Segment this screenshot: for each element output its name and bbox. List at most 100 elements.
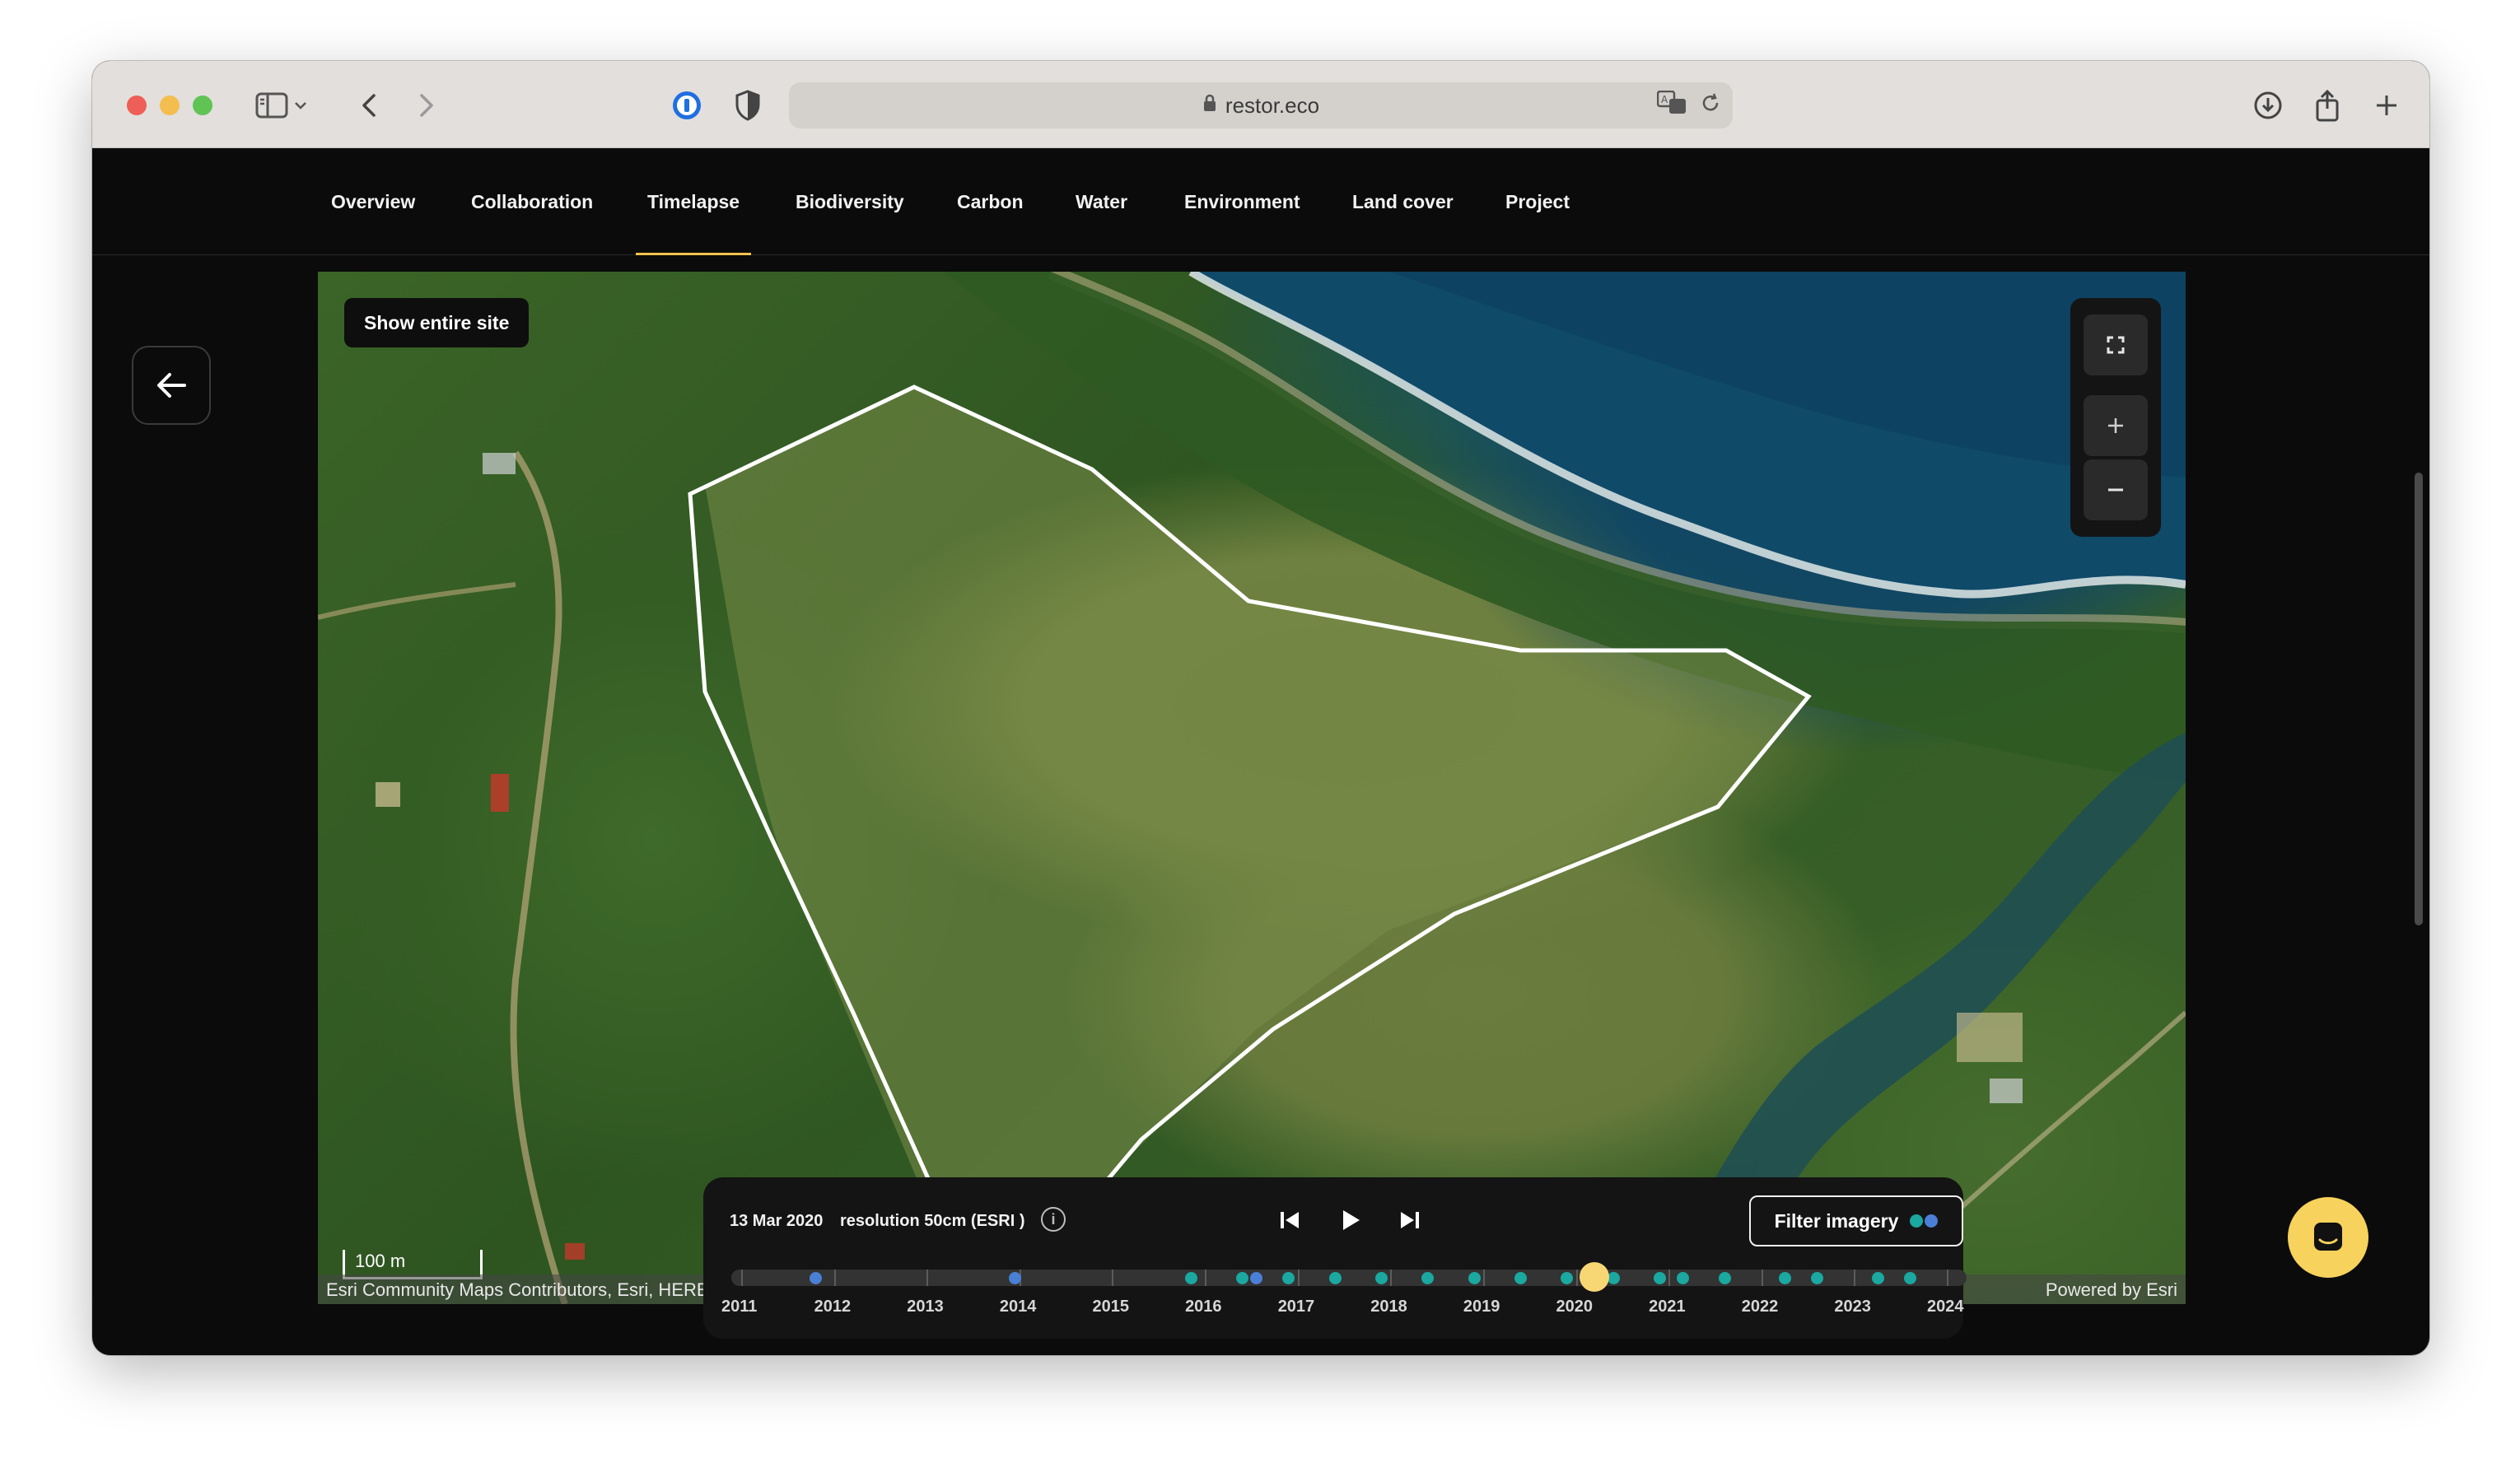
- page-scrollbar[interactable]: [2415, 473, 2423, 925]
- back-button[interactable]: [132, 346, 211, 425]
- privacy-shield-icon[interactable]: [725, 82, 771, 128]
- imagery-date-marker[interactable]: [810, 1272, 823, 1284]
- timeline-year-label: 2024: [1927, 1298, 1964, 1316]
- imagery-date: 13 Mar 2020: [730, 1212, 824, 1230]
- minus-icon: [2108, 488, 2123, 492]
- timeline-year-label: 2012: [814, 1298, 852, 1316]
- password-manager-icon[interactable]: [664, 82, 710, 128]
- timeline-year-label: 2011: [721, 1298, 758, 1316]
- tab-carbon[interactable]: Carbon: [957, 148, 1024, 255]
- timeline-tick: [1854, 1270, 1856, 1286]
- show-entire-site-button[interactable]: Show entire site: [344, 298, 530, 347]
- satellite-map[interactable]: Show entire site 100 m Esri Community Ma…: [318, 272, 2186, 1304]
- timeline-year-label: 2022: [1741, 1298, 1779, 1316]
- plus-icon: [2108, 418, 2123, 433]
- back-nav-icon[interactable]: [346, 82, 392, 128]
- timeline-tick: [1482, 1270, 1485, 1286]
- imagery-date-marker[interactable]: [1514, 1272, 1527, 1284]
- timeline-tick: [833, 1270, 836, 1286]
- timeline-tick: [926, 1270, 929, 1286]
- maximize-window-button[interactable]: [193, 96, 212, 115]
- new-tab-icon[interactable]: [2364, 82, 2410, 128]
- timeline-year-label: 2018: [1370, 1298, 1407, 1316]
- imagery-date-marker[interactable]: [1250, 1272, 1262, 1284]
- imagery-date-marker[interactable]: [1185, 1272, 1198, 1284]
- minimize-window-button[interactable]: [160, 96, 180, 115]
- share-icon[interactable]: [2304, 82, 2350, 128]
- lock-icon: [1202, 93, 1217, 119]
- chat-icon: [2314, 1223, 2342, 1251]
- timeline-year-label: 2020: [1556, 1298, 1594, 1316]
- timeline-cursor-handle[interactable]: [1580, 1262, 1610, 1292]
- url-text: restor.eco: [1225, 92, 1320, 118]
- tab-environment[interactable]: Environment: [1184, 148, 1300, 255]
- arrow-left-icon: [157, 373, 186, 398]
- fullscreen-button[interactable]: [2084, 315, 2148, 375]
- filter-imagery-label: Filter imagery: [1774, 1209, 1899, 1232]
- tab-water[interactable]: Water: [1076, 148, 1127, 255]
- imagery-date-marker[interactable]: [1375, 1272, 1388, 1284]
- skip-previous-button[interactable]: [1272, 1202, 1308, 1238]
- timeline-tick: [1205, 1270, 1207, 1286]
- help-chat-button[interactable]: [2288, 1197, 2368, 1278]
- timeline-tick: [1112, 1270, 1114, 1286]
- skip-next-icon: [1401, 1212, 1419, 1228]
- zoom-out-button[interactable]: [2084, 459, 2148, 520]
- tab-collaboration[interactable]: Collaboration: [471, 148, 593, 255]
- zoom-in-button[interactable]: [2084, 395, 2148, 456]
- attribution-powered-by[interactable]: Powered by Esri: [2046, 1279, 2177, 1301]
- timeline-year-label: 2023: [1834, 1298, 1871, 1316]
- chevron-down-icon[interactable]: [288, 82, 313, 128]
- timeline-year-label: 2017: [1277, 1298, 1315, 1316]
- timeline-year-label: 2016: [1185, 1298, 1222, 1316]
- imagery-date-marker[interactable]: [1871, 1272, 1884, 1284]
- skip-previous-icon: [1281, 1212, 1299, 1228]
- play-icon: [1343, 1210, 1360, 1230]
- timeline-year-label: 2021: [1649, 1298, 1686, 1316]
- tab-land-cover[interactable]: Land cover: [1352, 148, 1454, 255]
- imagery-date-marker[interactable]: [1718, 1272, 1731, 1284]
- fullscreen-icon: [2107, 336, 2125, 354]
- tab-biodiversity[interactable]: Biodiversity: [796, 148, 904, 255]
- imagery-date-marker[interactable]: [1778, 1272, 1791, 1284]
- tab-overview[interactable]: Overview: [331, 148, 415, 255]
- timeline-tick: [1947, 1270, 1948, 1286]
- tab-project[interactable]: Project: [1505, 148, 1570, 255]
- download-icon[interactable]: [2245, 82, 2291, 128]
- imagery-date-marker[interactable]: [1811, 1272, 1824, 1284]
- timeline-tick: [741, 1270, 743, 1286]
- timeline-tick: [1575, 1270, 1578, 1286]
- timeline-year-label: 2019: [1463, 1298, 1500, 1316]
- timeline-slider[interactable]: [731, 1262, 1967, 1292]
- map-imagery: [318, 272, 2186, 1304]
- reload-icon[interactable]: [1700, 91, 1721, 120]
- translate-icon[interactable]: A: [1656, 90, 1688, 121]
- site-nav: Overview Collaboration Timelapse Biodive…: [92, 148, 2429, 255]
- skip-next-button[interactable]: [1392, 1202, 1428, 1238]
- imagery-date-marker[interactable]: [1421, 1272, 1435, 1284]
- play-button[interactable]: [1332, 1202, 1369, 1238]
- address-bar[interactable]: restor.eco A: [789, 82, 1733, 128]
- forward-nav-icon[interactable]: [404, 82, 450, 128]
- imagery-date-marker[interactable]: [1677, 1272, 1690, 1284]
- imagery-resolution: resolution 50cm (ESRI ): [840, 1212, 1025, 1230]
- timeline-year-label: 2014: [999, 1298, 1037, 1316]
- close-window-button[interactable]: [127, 96, 147, 115]
- imagery-date-marker[interactable]: [1236, 1272, 1249, 1284]
- timelapse-panel: 13 Mar 2020 resolution 50cm (ESRI ) i Fi…: [703, 1177, 1967, 1339]
- imagery-date-marker[interactable]: [1561, 1272, 1574, 1284]
- timeline-tick: [1390, 1270, 1393, 1286]
- filter-imagery-button[interactable]: Filter imagery: [1749, 1195, 1963, 1246]
- imagery-date-marker[interactable]: [1903, 1272, 1916, 1284]
- timeline-tick: [1668, 1270, 1671, 1286]
- timeline-year-label: 2015: [1092, 1298, 1129, 1316]
- info-icon[interactable]: i: [1041, 1207, 1066, 1232]
- imagery-date-marker[interactable]: [1328, 1272, 1342, 1284]
- svg-text:A: A: [1661, 94, 1668, 105]
- tab-timelapse[interactable]: Timelapse: [635, 148, 752, 255]
- imagery-date-marker[interactable]: [1282, 1272, 1295, 1284]
- imagery-date-marker[interactable]: [1653, 1272, 1666, 1284]
- tab-overview-icon[interactable]: [2424, 82, 2429, 128]
- timeline-tick: [1761, 1270, 1763, 1286]
- imagery-date-marker[interactable]: [1468, 1272, 1481, 1284]
